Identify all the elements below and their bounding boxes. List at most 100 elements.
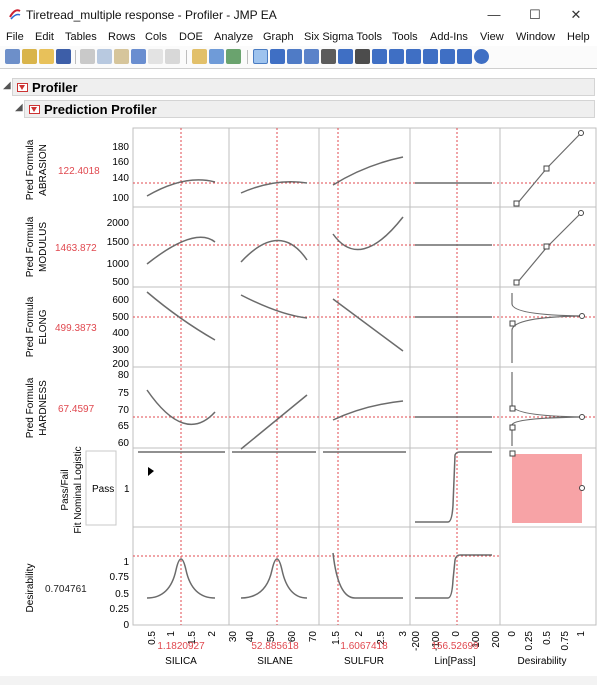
toolbar-separator bbox=[186, 50, 187, 64]
row-title-line1: Pred Formula bbox=[25, 377, 36, 438]
svg-text:400: 400 bbox=[112, 328, 129, 339]
list-icon[interactable] bbox=[440, 49, 455, 64]
grabber-tool-icon[interactable] bbox=[304, 49, 319, 64]
help-tool-icon[interactable] bbox=[270, 49, 285, 64]
menu-edit[interactable]: Edit bbox=[35, 31, 54, 43]
lasso-select-icon[interactable] bbox=[355, 49, 370, 64]
line-tool-icon[interactable] bbox=[406, 49, 421, 64]
brush-tool-icon[interactable] bbox=[338, 49, 353, 64]
annotate-icon[interactable] bbox=[423, 49, 438, 64]
silica-current-value[interactable]: 1.1820927 bbox=[157, 641, 205, 652]
copy-icon[interactable] bbox=[97, 49, 112, 64]
prediction-profiler-red-triangle-icon[interactable] bbox=[29, 105, 40, 114]
toolbar-separator bbox=[247, 50, 248, 64]
prediction-profiler-outline-header[interactable]: Prediction Profiler bbox=[24, 100, 595, 118]
abrasion-value: 122.4018 bbox=[58, 166, 100, 177]
row-title-line2: ELONG bbox=[38, 309, 49, 344]
svg-text:70: 70 bbox=[118, 405, 130, 416]
menu-view[interactable]: View bbox=[480, 31, 504, 43]
svg-text:30: 30 bbox=[228, 631, 239, 643]
menu-analyze[interactable]: Analyze bbox=[214, 31, 253, 43]
row-title-line1: Pred Formula bbox=[25, 139, 36, 200]
menu-add-ins[interactable]: Add-Ins bbox=[430, 31, 468, 43]
minimize-button[interactable]: — bbox=[474, 4, 514, 26]
crosshair-tool-icon[interactable] bbox=[287, 49, 302, 64]
profiler-disclosure-icon[interactable]: ◢ bbox=[3, 80, 11, 91]
lock-icon[interactable] bbox=[165, 49, 180, 64]
pass-desirability-fill bbox=[512, 454, 582, 523]
prediction-profiler-disclosure-icon[interactable]: ◢ bbox=[15, 102, 23, 113]
profiler-outline-header[interactable]: Profiler bbox=[12, 78, 595, 96]
row-title-line2: MODULUS bbox=[38, 222, 49, 272]
open-folder-icon[interactable] bbox=[39, 49, 54, 64]
svg-text:0: 0 bbox=[451, 631, 462, 637]
svg-text:1: 1 bbox=[166, 631, 177, 637]
y-ticks-hardness: 80 75 70 65 60 bbox=[118, 370, 130, 449]
factor-name-silane: SILANE bbox=[257, 656, 293, 667]
svg-text:0.5: 0.5 bbox=[542, 631, 553, 645]
menu-window[interactable]: Window bbox=[516, 31, 555, 43]
svg-text:0.25: 0.25 bbox=[110, 604, 130, 615]
pass-level-label: Pass bbox=[92, 484, 114, 495]
row-label-abrasion: Pred Formula ABRASION bbox=[25, 139, 49, 200]
menu-cols[interactable]: Cols bbox=[145, 31, 167, 43]
menu-rows[interactable]: Rows bbox=[108, 31, 136, 43]
journal-icon[interactable] bbox=[192, 49, 207, 64]
elong-value: 499.3873 bbox=[55, 323, 97, 334]
svg-text:75: 75 bbox=[118, 388, 130, 399]
svg-text:70: 70 bbox=[308, 631, 319, 643]
plus-tool-icon[interactable] bbox=[389, 49, 404, 64]
lin-pass-current-value[interactable]: 156.52699 bbox=[431, 641, 479, 652]
menu-help[interactable]: Help bbox=[567, 31, 590, 43]
menu-file[interactable]: File bbox=[6, 31, 24, 43]
svg-text:0: 0 bbox=[507, 631, 518, 637]
menu-graph[interactable]: Graph bbox=[263, 31, 294, 43]
save-icon[interactable] bbox=[56, 49, 71, 64]
menu-doe[interactable]: DOE bbox=[179, 31, 203, 43]
profiler-title: Profiler bbox=[32, 80, 78, 95]
silane-current-value[interactable]: 52.885618 bbox=[251, 641, 299, 652]
svg-text:0.25: 0.25 bbox=[524, 631, 535, 651]
menu-tables[interactable]: Tables bbox=[65, 31, 97, 43]
y-ticks-modulus: 2000 1500 1000 500 bbox=[107, 218, 130, 288]
new-table-icon[interactable] bbox=[5, 49, 20, 64]
pass-level-tick: 1 bbox=[124, 484, 130, 495]
prediction-profiler-grid: Pred Formula ABRASION Pred Formula MODUL… bbox=[25, 127, 597, 667]
row-label-desirability: Desirability bbox=[25, 564, 36, 613]
window-titlebar: Tiretread_multiple response - Profiler -… bbox=[0, 0, 597, 31]
svg-text:1500: 1500 bbox=[107, 237, 130, 248]
close-button[interactable]: ✕ bbox=[556, 4, 596, 26]
polygon-tool-icon[interactable] bbox=[457, 49, 472, 64]
report-icon[interactable] bbox=[226, 49, 241, 64]
paste-icon[interactable] bbox=[114, 49, 129, 64]
row-title-line2: HARDNESS bbox=[38, 380, 49, 436]
toolbar-separator bbox=[75, 50, 76, 64]
sulfur-current-value[interactable]: 1.6067418 bbox=[340, 641, 388, 652]
copy-format-icon[interactable] bbox=[148, 49, 163, 64]
layout-icon[interactable] bbox=[209, 49, 224, 64]
arrow-tool-icon[interactable] bbox=[253, 49, 268, 64]
magnifier-icon[interactable] bbox=[372, 49, 387, 64]
maximize-button[interactable]: ☐ bbox=[515, 4, 555, 26]
row-label-modulus: Pred Formula MODULUS bbox=[25, 216, 49, 277]
y-ticks-elong: 600 500 400 300 200 bbox=[112, 295, 129, 370]
row-title-line1: Pred Formula bbox=[25, 216, 36, 277]
y-ticks-desirability: 1 0.75 0.5 0.25 0 bbox=[110, 557, 130, 631]
menu-six-sigma-tools[interactable]: Six Sigma Tools bbox=[304, 31, 382, 43]
svg-text:0.5: 0.5 bbox=[147, 631, 158, 645]
data-table-icon[interactable] bbox=[131, 49, 146, 64]
cut-icon[interactable] bbox=[80, 49, 95, 64]
jmp-app-icon bbox=[9, 9, 21, 20]
lasso-tool-icon[interactable] bbox=[321, 49, 336, 64]
svg-text:1: 1 bbox=[123, 557, 129, 568]
svg-text:0.75: 0.75 bbox=[560, 631, 571, 651]
svg-text:300: 300 bbox=[112, 345, 129, 356]
desirability-function-panels[interactable] bbox=[509, 130, 585, 524]
new-script-icon[interactable] bbox=[22, 49, 37, 64]
svg-text:1: 1 bbox=[576, 631, 587, 637]
menu-tools[interactable]: Tools bbox=[392, 31, 418, 43]
ellipse-tool-icon[interactable] bbox=[474, 49, 489, 64]
profiler-red-triangle-icon[interactable] bbox=[17, 83, 28, 92]
factor-name-sulfur: SULFUR bbox=[344, 656, 384, 667]
hardness-value: 67.4597 bbox=[58, 404, 95, 415]
